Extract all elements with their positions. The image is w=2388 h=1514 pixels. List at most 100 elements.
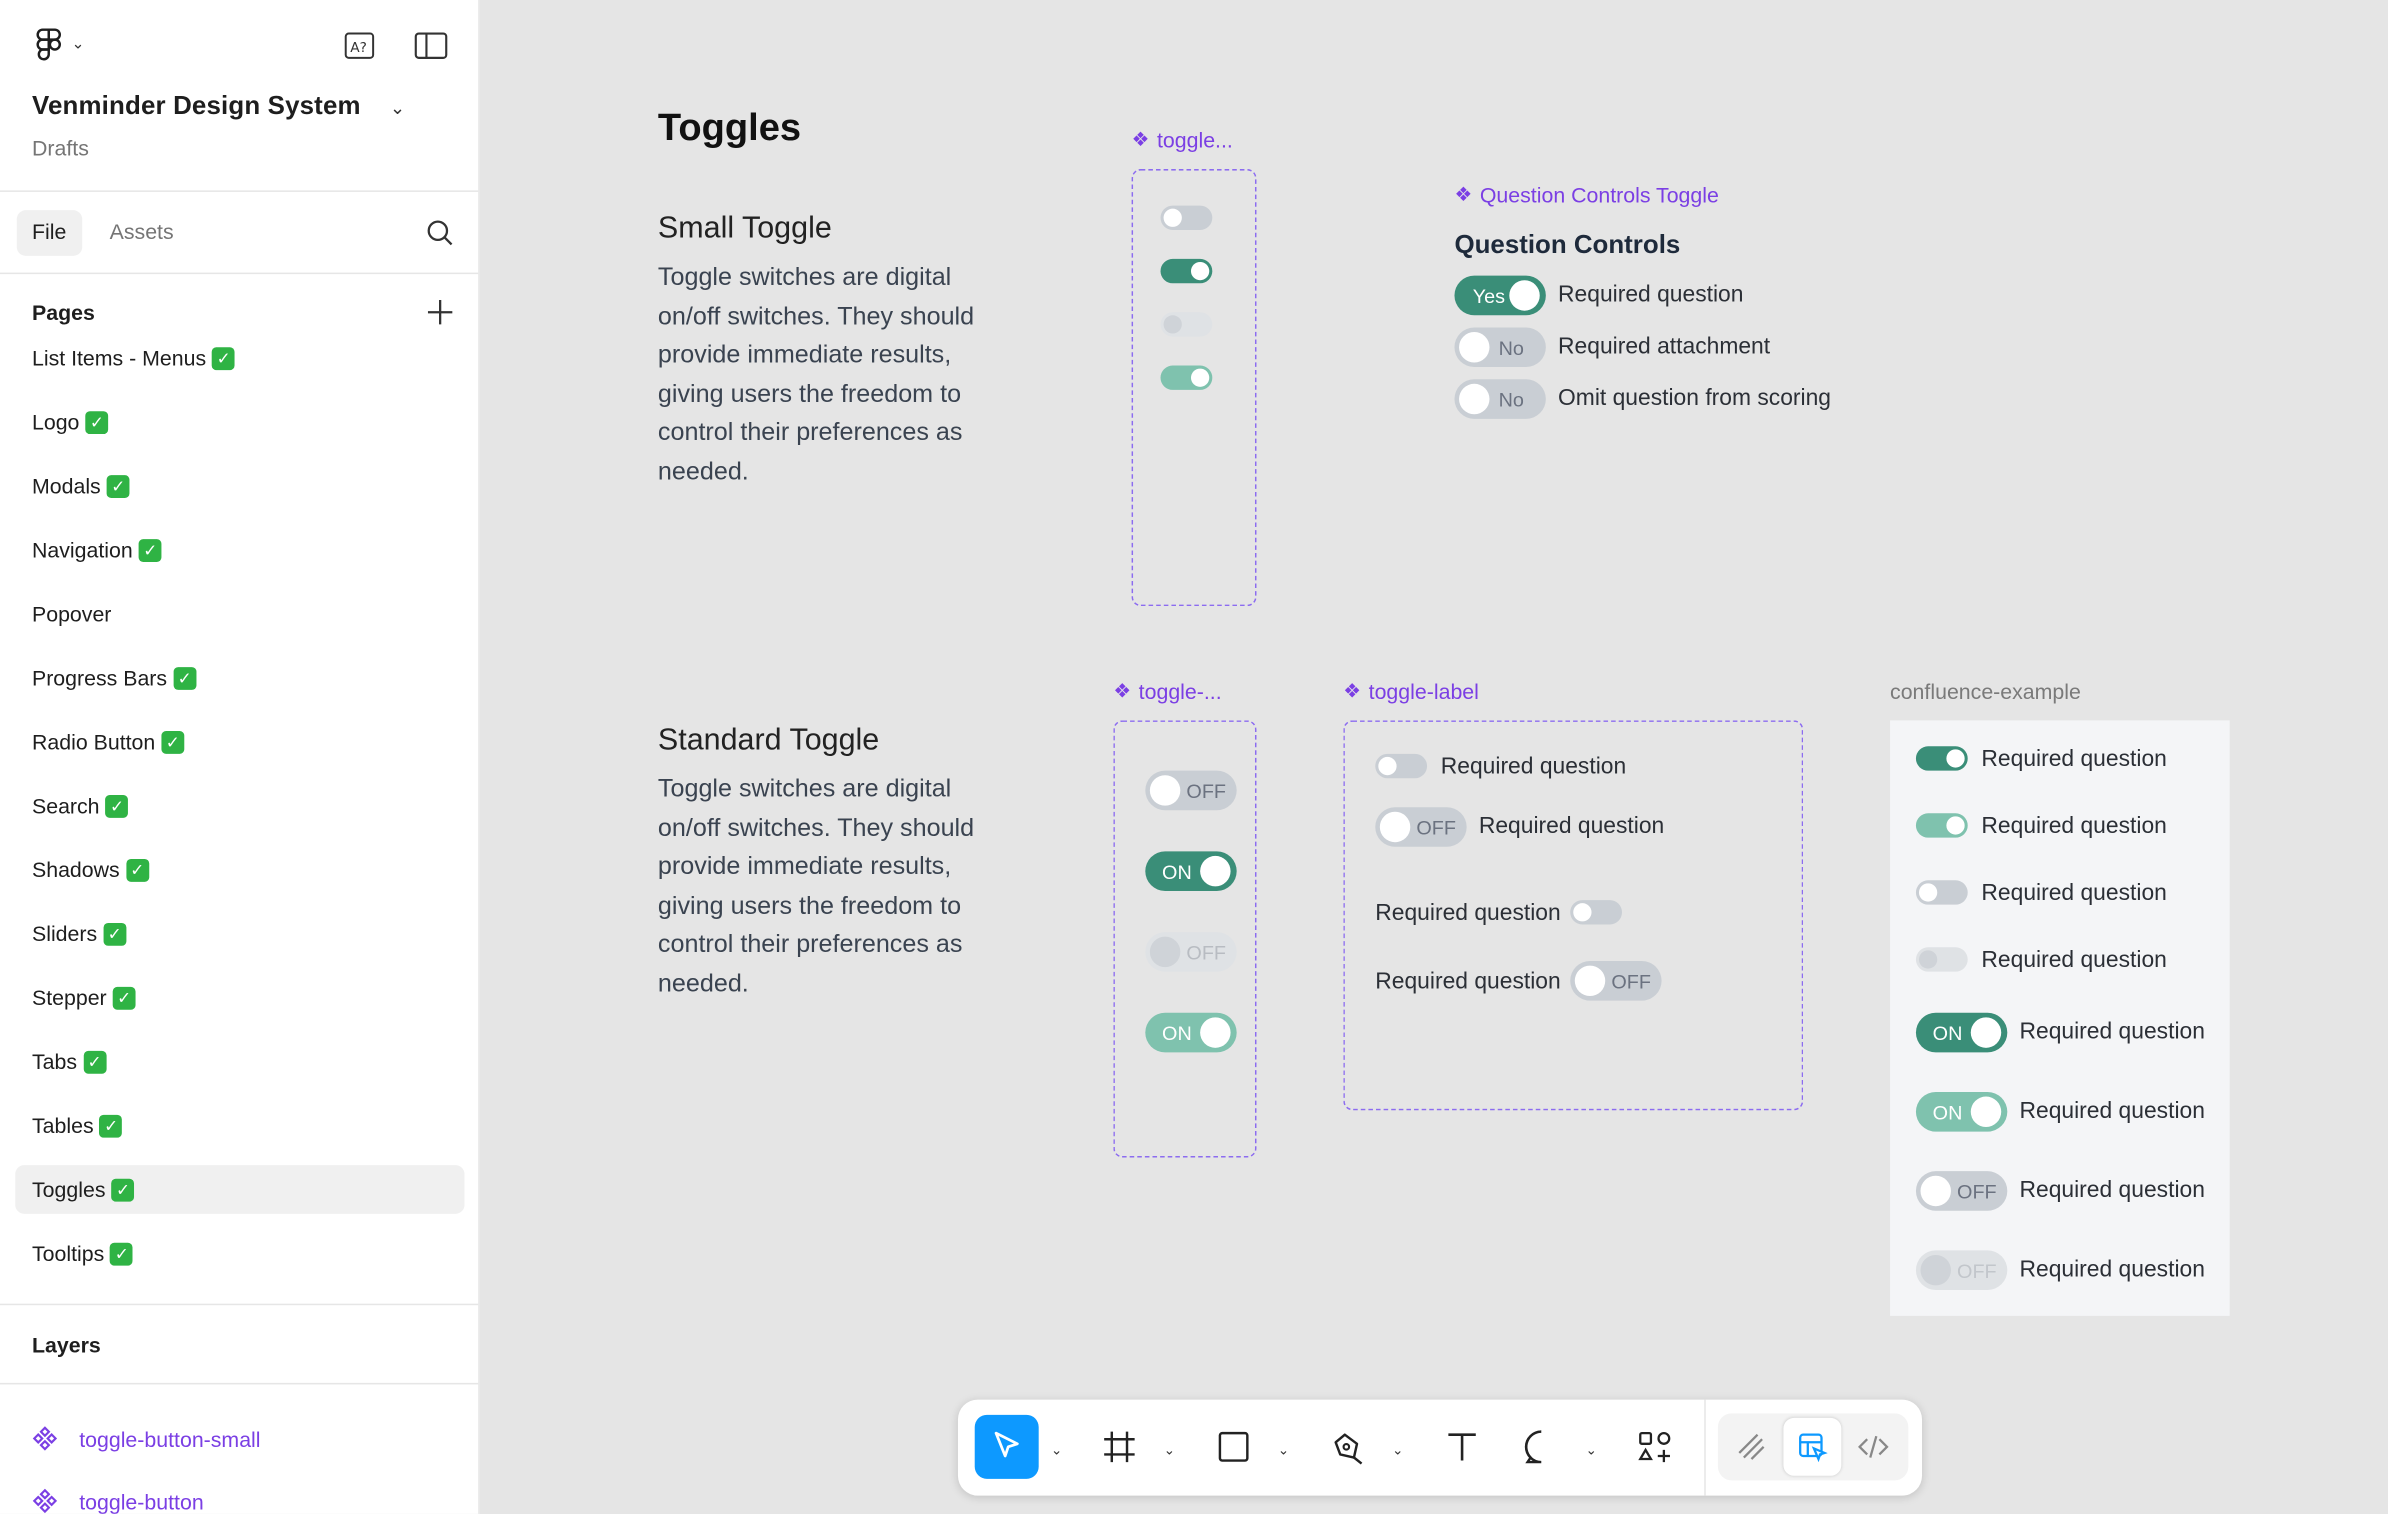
layer-item[interactable]: toggle-button-small — [32, 1426, 261, 1452]
design-canvas[interactable]: Toggles Small Toggle Toggle switches are… — [480, 0, 2388, 1514]
move-tool-button[interactable] — [974, 1414, 1039, 1479]
toggle-standard-off-disabled[interactable]: OFF — [1145, 932, 1237, 972]
toggle-standard-off[interactable]: OFF — [1145, 770, 1237, 811]
toggle-small-off[interactable] — [1375, 753, 1428, 779]
toggle-standard-off[interactable]: OFF — [1570, 961, 1662, 1001]
toggle-label-component-set[interactable]: Required question OFF Required question … — [1343, 720, 1804, 1111]
text-tool-button[interactable] — [1430, 1415, 1494, 1479]
toggle-label-text[interactable]: Required question — [1441, 754, 1626, 780]
toggle-label-text[interactable]: Required question — [1375, 900, 1560, 926]
toggle-label-text[interactable]: Required question — [2019, 1019, 2204, 1045]
frame-label[interactable]: confluence-example — [1890, 679, 2081, 703]
toggle-label-text[interactable]: Required question — [2019, 1177, 2204, 1203]
small-toggle-component-set[interactable] — [1131, 169, 1257, 607]
toggle-standard-on[interactable]: ON — [1145, 851, 1237, 891]
layer-item[interactable]: toggle-button — [32, 1488, 204, 1514]
component-label[interactable]: ❖ toggle... — [1132, 128, 1233, 152]
sidebar-page-item[interactable]: Tabs ✓ — [15, 1037, 464, 1086]
chevron-down-icon[interactable]: ⌄ — [72, 37, 85, 54]
accessibility-font-icon[interactable]: A? — [343, 29, 377, 63]
actions-icon — [1638, 1432, 1671, 1463]
rectangle-tool-button[interactable] — [1202, 1415, 1266, 1479]
chevron-down-icon[interactable]: ⌄ — [1392, 1442, 1403, 1459]
project-title[interactable]: Venminder Design System — [32, 91, 361, 121]
standard-toggle-component-set[interactable]: OFF ON OFF ON — [1113, 720, 1257, 1158]
toggle-standard-on-disabled[interactable]: ON — [1145, 1012, 1237, 1053]
chevron-down-icon[interactable]: ⌄ — [1278, 1442, 1289, 1459]
add-page-icon[interactable] — [423, 295, 457, 329]
tab-file[interactable]: File — [16, 210, 82, 256]
small-toggle-title[interactable]: Small Toggle — [658, 212, 832, 247]
toggle-yes[interactable]: Yes — [1454, 275, 1546, 316]
toggle-small-on-disabled[interactable] — [1915, 813, 1968, 838]
tab-assets[interactable]: Assets — [94, 210, 188, 256]
chevron-down-icon[interactable]: ⌄ — [1051, 1442, 1062, 1459]
toggle-small-on[interactable] — [1915, 746, 1968, 771]
question-control-label[interactable]: Required attachment — [1558, 334, 1770, 360]
toggle-label-text[interactable]: Required question — [2019, 1256, 2204, 1282]
sidebar-page-item[interactable]: Stepper ✓ — [15, 973, 464, 1022]
design-mode-button[interactable] — [1783, 1417, 1842, 1476]
chevron-down-icon[interactable]: ⌄ — [1164, 1442, 1175, 1459]
chevron-down-icon[interactable]: ⌄ — [1585, 1442, 1596, 1459]
toggle-text: ON — [1932, 1021, 1963, 1045]
actions-tool-button[interactable] — [1624, 1415, 1688, 1479]
page-title[interactable]: Toggles — [658, 107, 801, 151]
sidebar-page-item[interactable]: Logo ✓ — [15, 398, 464, 447]
pen-tool-button[interactable] — [1316, 1415, 1380, 1479]
search-icon[interactable] — [423, 216, 457, 250]
toggle-no[interactable]: No — [1454, 379, 1546, 419]
sidebar-page-item[interactable]: Tables ✓ — [15, 1101, 464, 1150]
comment-tool-button[interactable] — [1509, 1415, 1573, 1479]
standard-toggle-title[interactable]: Standard Toggle — [658, 723, 879, 758]
toggle-label-text[interactable]: Required question — [1981, 813, 2166, 839]
toggle-small-off[interactable] — [1570, 900, 1622, 925]
draw-mode-button[interactable] — [1723, 1418, 1781, 1476]
component-label[interactable]: ❖ toggle-... — [1113, 679, 1221, 703]
toggle-label-text[interactable]: Required question — [1981, 880, 2166, 906]
toggle-label-text[interactable]: Required question — [1375, 969, 1560, 995]
sidebar-page-item[interactable]: Radio Button ✓ — [15, 717, 464, 766]
toggle-standard-off[interactable]: OFF — [1915, 1171, 2008, 1211]
toggle-standard-off-disabled[interactable]: OFF — [1915, 1250, 2008, 1290]
question-control-label[interactable]: Required question — [1558, 282, 1743, 308]
toggle-label-text[interactable]: Required question — [1479, 813, 1664, 839]
toggle-label-text[interactable]: Required question — [2019, 1098, 2204, 1124]
toggle-small-off[interactable] — [1160, 205, 1213, 230]
sidebar-page-item[interactable]: Shadows ✓ — [15, 845, 464, 894]
toggle-standard-on-disabled[interactable]: ON — [1915, 1091, 2008, 1132]
question-control-label[interactable]: Omit question from scoring — [1558, 385, 1831, 411]
frame-tool-button[interactable] — [1087, 1415, 1151, 1479]
chevron-down-icon[interactable]: ⌄ — [390, 97, 405, 118]
page-label: Logo — [31, 409, 80, 435]
toggle-small-on[interactable] — [1160, 258, 1213, 284]
toggle-no[interactable]: No — [1454, 327, 1546, 368]
sidebar-page-item[interactable]: Popover — [15, 589, 464, 638]
question-controls-heading[interactable]: Question Controls — [1454, 230, 1680, 260]
toggle-small-on-disabled[interactable] — [1160, 365, 1213, 390]
sidebar-page-item[interactable]: List Items - Menus ✓ — [15, 343, 464, 383]
toggle-small-off[interactable] — [1915, 880, 1968, 905]
component-label[interactable]: ❖ Question Controls Toggle — [1454, 183, 1718, 207]
sidebar-page-item[interactable]: Toggles ✓ — [15, 1165, 465, 1214]
dev-mode-button[interactable] — [1844, 1418, 1902, 1476]
component-label[interactable]: ❖ toggle-label — [1343, 679, 1479, 703]
sidebar-page-item[interactable]: Sliders ✓ — [15, 909, 464, 958]
sidebar-page-item[interactable]: Tooltips ✓ — [15, 1229, 464, 1278]
sidebar-page-item[interactable]: Modals ✓ — [15, 461, 464, 510]
sidebar-page-item[interactable]: Progress Bars ✓ — [15, 653, 464, 702]
toggle-small-off-disabled[interactable] — [1915, 947, 1968, 972]
sidebar-toggle-icon[interactable] — [414, 29, 448, 63]
toggle-label-text[interactable]: Required question — [1981, 746, 2166, 772]
toggle-small-off-disabled[interactable] — [1160, 312, 1213, 337]
toggle-standard-on[interactable]: ON — [1915, 1012, 2008, 1053]
toggle-label-text[interactable]: Required question — [1981, 947, 2166, 973]
figma-logo-icon[interactable] — [32, 27, 66, 64]
toggle-standard-off[interactable]: OFF — [1375, 807, 1467, 847]
confluence-example-frame[interactable]: Required question Required question Requ… — [1890, 720, 2230, 1316]
standard-toggle-description[interactable]: Toggle switches are digital on/off switc… — [658, 771, 985, 1004]
sidebar-page-item[interactable]: Search ✓ — [15, 781, 464, 830]
small-toggle-description[interactable]: Toggle switches are digital on/off switc… — [658, 259, 985, 492]
sidebar-page-item[interactable]: Navigation ✓ — [15, 525, 464, 574]
project-location[interactable]: Drafts — [32, 136, 89, 160]
